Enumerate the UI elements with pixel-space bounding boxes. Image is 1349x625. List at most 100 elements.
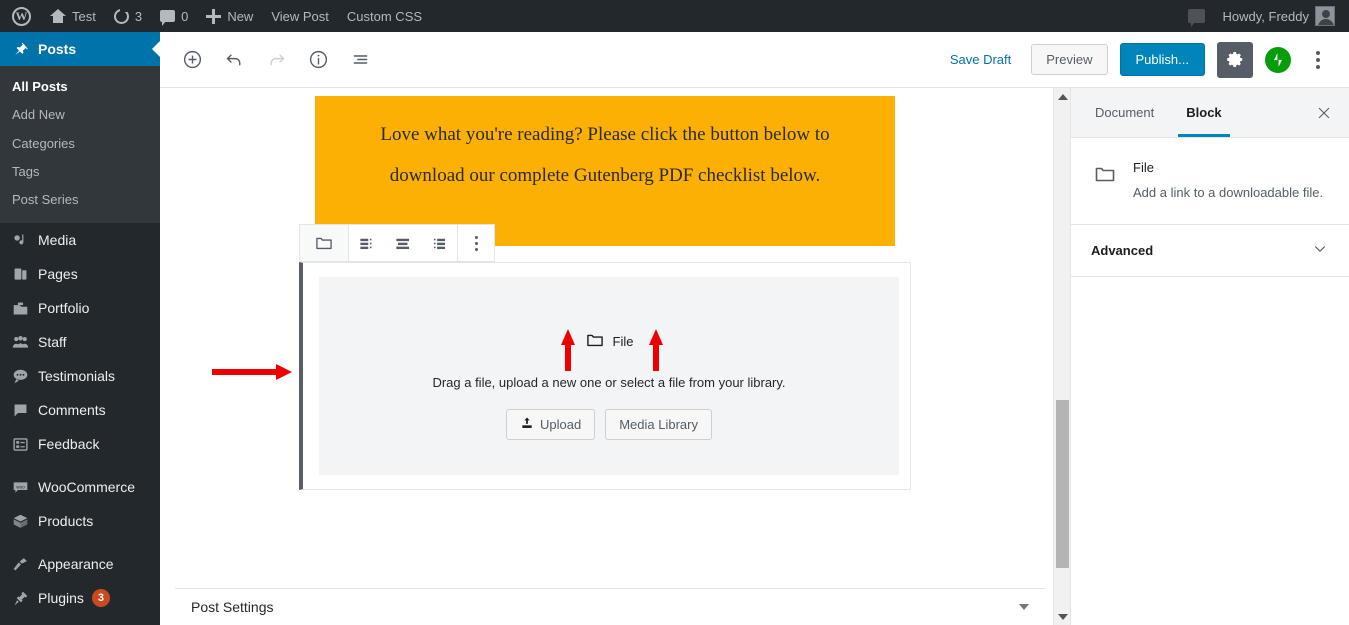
scroll-down-arrow[interactable]: [1054, 608, 1071, 625]
custom-css-label: Custom CSS: [346, 8, 423, 24]
block-options-kebab-icon[interactable]: [458, 225, 494, 261]
testimonials-icon: [10, 366, 30, 386]
media-icon: [10, 230, 30, 250]
label: Post Series: [12, 192, 79, 207]
upload-button[interactable]: Upload: [506, 409, 596, 440]
sidebar-subitem-add-new[interactable]: Add New: [0, 101, 160, 129]
new-content-menu[interactable]: New: [197, 0, 262, 32]
save-draft-button[interactable]: Save Draft: [942, 48, 1019, 71]
site-name-menu[interactable]: Test: [41, 0, 105, 32]
sidebar-item-posts[interactable]: Posts: [0, 32, 160, 66]
comment-bubble-icon: [160, 10, 176, 26]
gear-icon[interactable]: [1217, 41, 1253, 78]
arrow-head: [276, 364, 292, 380]
sidebar-item-comments-label: Comments: [38, 402, 106, 419]
sidebar-item-portfolio[interactable]: Portfolio: [0, 291, 160, 325]
file-block[interactable]: File Drag a file, upload a new one or se…: [299, 262, 911, 490]
kebab-dot: [474, 241, 478, 245]
file-dropzone[interactable]: File Drag a file, upload a new one or se…: [319, 277, 899, 475]
comments-icon: [10, 400, 30, 420]
advanced-section-header[interactable]: Advanced: [1071, 225, 1349, 278]
kebab-menu-icon[interactable]: [1303, 42, 1333, 78]
sidebar-item-comments[interactable]: Comments: [0, 393, 160, 427]
sidebar-item-plugins-label: Plugins: [38, 590, 84, 607]
notifications-menu[interactable]: [1179, 0, 1214, 32]
view-post-label: View Post: [271, 8, 329, 24]
caret-up-icon: [1057, 93, 1068, 100]
updates-icon: [113, 7, 129, 24]
updates-count: 3: [134, 8, 143, 24]
sidebar-item-feedback[interactable]: Feedback: [0, 427, 160, 461]
dropzone-title-label: File: [612, 334, 634, 349]
sidebar-item-feedback-label: Feedback: [38, 436, 100, 453]
align-left-icon[interactable]: [349, 225, 385, 261]
sidebar-subitem-categories[interactable]: Categories: [0, 130, 160, 158]
sidebar-item-media[interactable]: Media: [0, 223, 160, 257]
media-library-button[interactable]: Media Library: [605, 409, 712, 440]
scrollbar-thumb[interactable]: [1056, 400, 1069, 568]
undo-icon[interactable]: [216, 42, 252, 78]
add-block-icon[interactable]: [174, 42, 210, 78]
sidebar-item-appearance[interactable]: Appearance: [0, 547, 160, 581]
sidebar-subitem-tags[interactable]: Tags: [0, 158, 160, 186]
feedback-icon: [10, 434, 30, 454]
tab-block-label: Block: [1186, 105, 1222, 120]
arrow-stem: [653, 343, 659, 371]
align-center-icon[interactable]: [385, 225, 421, 261]
svg-text:woo: woo: [16, 484, 25, 489]
account-menu[interactable]: Howdy, Freddy: [1214, 0, 1349, 32]
folder-icon: [585, 330, 605, 353]
wordpress-block-editor: Test 3 0 New View Post Custom CSS Howdy,…: [0, 0, 1349, 625]
redo-icon[interactable]: [258, 42, 294, 78]
arrow-stem: [212, 369, 278, 375]
sidebar-item-posts-label: Posts: [38, 41, 77, 57]
plus-icon: [206, 8, 222, 24]
sidebar-item-plugins[interactable]: Plugins 3: [0, 581, 160, 615]
view-post-link[interactable]: View Post: [262, 0, 338, 32]
updates-menu[interactable]: 3: [105, 0, 151, 32]
info-icon[interactable]: [300, 42, 336, 78]
label: Categories: [12, 135, 75, 151]
sidebar-active-arrow: [152, 41, 160, 57]
close-icon[interactable]: [1299, 88, 1349, 137]
sidebar-item-pages-label: Pages: [38, 266, 78, 283]
comments-menu[interactable]: 0: [151, 0, 197, 32]
align-right-icon[interactable]: [421, 225, 457, 261]
custom-css-link[interactable]: Custom CSS: [338, 0, 431, 32]
scroll-up-arrow[interactable]: [1054, 88, 1071, 105]
tab-document[interactable]: Document: [1079, 88, 1170, 137]
editor-toolbar-left: [160, 42, 378, 78]
sidebar-item-partial[interactable]: [0, 615, 160, 625]
caret-down-icon[interactable]: [1019, 604, 1029, 610]
jetpack-icon[interactable]: [1265, 46, 1291, 73]
wordpress-logo-menu[interactable]: [0, 0, 41, 32]
sidebar-item-staff[interactable]: Staff: [0, 325, 160, 359]
dropzone-buttons: Upload Media Library: [506, 409, 712, 440]
settings-sidebar-tabs: Document Block: [1071, 88, 1349, 138]
sidebar-divider-2: [0, 538, 160, 547]
advanced-label: Advanced: [1091, 243, 1154, 259]
sidebar-item-portfolio-label: Portfolio: [38, 300, 90, 317]
block-type-folder-icon[interactable]: [300, 225, 350, 261]
site-name-label: Test: [72, 8, 96, 24]
label: Tags: [12, 163, 40, 179]
sidebar-subitem-post-series[interactable]: Post Series: [0, 186, 160, 214]
canvas-scrollbar[interactable]: [1053, 88, 1070, 625]
sidebar-item-testimonials[interactable]: Testimonials: [0, 359, 160, 393]
comments-count: 0: [181, 8, 189, 24]
sidebar-subitem-all-posts[interactable]: All Posts: [0, 73, 160, 101]
sidebar-item-pages[interactable]: Pages: [0, 257, 160, 291]
block-info-panel: File Add a link to a downloadable file.: [1071, 138, 1349, 226]
preview-button[interactable]: Preview: [1031, 44, 1108, 75]
caret-down-icon: [1057, 613, 1068, 620]
avatar: [1315, 6, 1335, 26]
list-view-icon[interactable]: [342, 42, 378, 78]
annotation-arrow-upload: [561, 329, 575, 371]
sidebar-item-staff-label: Staff: [38, 334, 67, 351]
howdy-label: Howdy, Freddy: [1222, 8, 1309, 24]
publish-button[interactable]: Publish...: [1119, 43, 1205, 76]
tab-block[interactable]: Block: [1170, 88, 1237, 137]
post-settings-panel[interactable]: Post Settings: [175, 588, 1045, 625]
sidebar-item-woocommerce[interactable]: woo WooCommerce: [0, 470, 160, 504]
sidebar-item-products[interactable]: Products: [0, 504, 160, 538]
